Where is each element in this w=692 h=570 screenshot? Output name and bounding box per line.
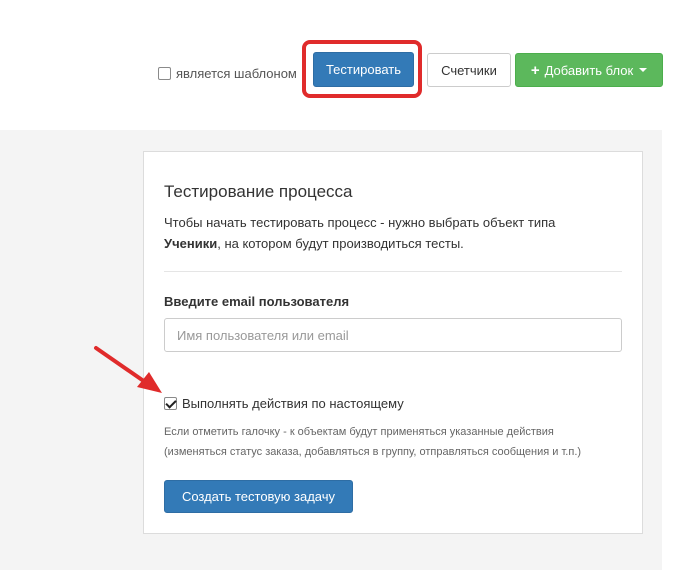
toolbar: является шаблоном Тестировать Счетчики +… bbox=[0, 0, 692, 130]
email-input[interactable] bbox=[164, 318, 622, 352]
help-text: Если отметить галочку - к объектам будут… bbox=[164, 422, 624, 462]
template-checkbox-row[interactable]: является шаблоном bbox=[158, 66, 297, 81]
counters-button[interactable]: Счетчики bbox=[427, 53, 511, 87]
desc-object-type: Ученики bbox=[164, 236, 218, 251]
help-line-1: Если отметить галочку - к объектам будут… bbox=[164, 426, 554, 438]
panel-description: Чтобы начать тестировать процесс - нужно… bbox=[164, 212, 604, 254]
real-actions-label: Выполнять действия по настоящему bbox=[182, 396, 404, 411]
desc-suffix: , на котором будут производиться тесты. bbox=[217, 236, 464, 251]
template-checkbox[interactable] bbox=[158, 67, 171, 80]
help-line-2: (изменяться статус заказа, добавляться в… bbox=[164, 446, 582, 458]
plus-icon: + bbox=[530, 61, 540, 79]
add-block-label: Добавить блок bbox=[544, 62, 634, 78]
create-test-task-button[interactable]: Создать тестовую задачу bbox=[164, 480, 353, 513]
test-button[interactable]: Тестировать bbox=[313, 52, 414, 87]
real-actions-checkbox-row[interactable]: Выполнять действия по настоящему bbox=[164, 396, 404, 411]
add-block-button[interactable]: + Добавить блок bbox=[515, 53, 663, 87]
test-process-panel: Тестирование процесса Чтобы начать тести… bbox=[143, 151, 643, 534]
panel-title: Тестирование процесса bbox=[164, 182, 353, 201]
divider bbox=[164, 271, 622, 272]
red-arrow-icon bbox=[94, 346, 162, 393]
template-checkbox-label: является шаблоном bbox=[176, 66, 297, 81]
desc-prefix: Чтобы начать тестировать процесс - нужно… bbox=[164, 215, 556, 230]
caret-down-icon bbox=[639, 68, 648, 72]
email-label: Введите email пользователя bbox=[164, 294, 350, 309]
